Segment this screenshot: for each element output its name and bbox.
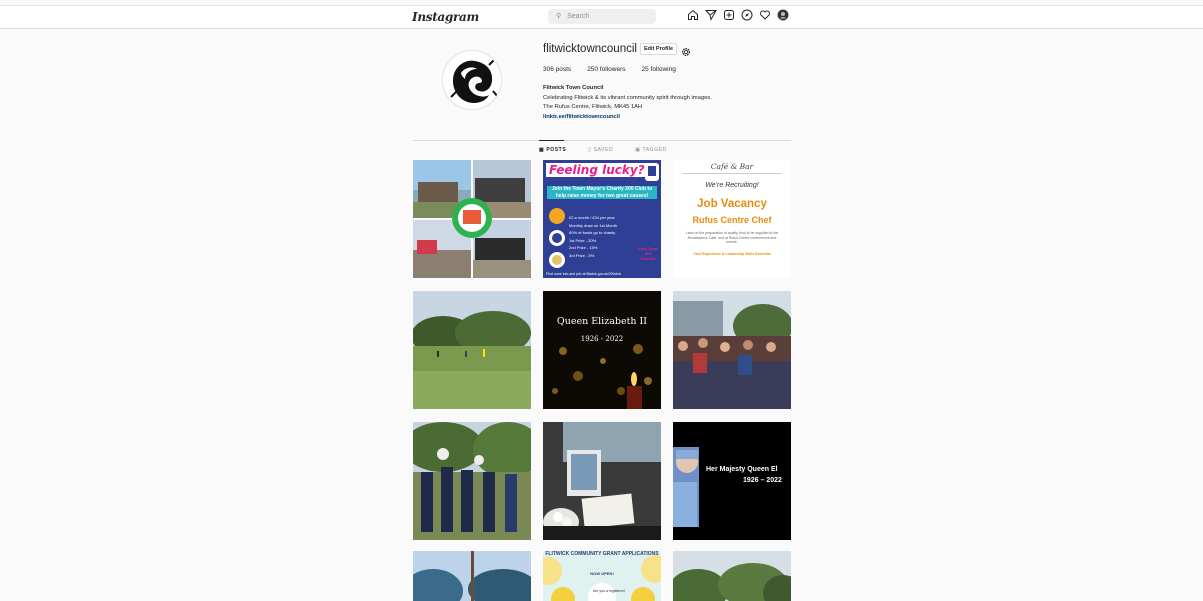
tag-icon: ▣ — [635, 147, 641, 153]
post-list: £2 a month / £24 per year Monthly draw o… — [569, 214, 617, 259]
post-requirement: Chef Experience & Leadership Skills Esse… — [693, 252, 771, 256]
profile-tabs: ▦ POSTS ▯ SAVED ▣ TAGGED — [539, 147, 667, 153]
post-divider — [683, 173, 781, 174]
direct-icon[interactable] — [705, 9, 717, 21]
tab-posts-label: POSTS — [546, 147, 567, 153]
post-headline: Feeling lucky? — [546, 163, 648, 177]
post-thumbnail[interactable]: Queen Elizabeth II 1926 - 2022 — [543, 291, 661, 409]
search-icon: ⚲ — [556, 13, 562, 20]
tab-saved-label: SAVED — [593, 147, 614, 153]
list-item: £2 a month / £24 per year — [569, 215, 615, 220]
activity-icon[interactable] — [759, 9, 771, 21]
profile-stats: 306 posts 250 followers 25 following — [543, 66, 676, 73]
post-thumbnail[interactable] — [413, 422, 531, 540]
active-tab-indicator — [539, 140, 564, 141]
following-count[interactable]: 25 following — [642, 66, 676, 73]
tab-saved[interactable]: ▯ SAVED — [588, 147, 613, 153]
post-thumbnail[interactable]: Her Majesty Queen El 1926 – 2022 — [673, 422, 791, 540]
list-item: 1st Prize - 20% — [569, 237, 597, 243]
profile-divider — [413, 140, 791, 141]
post-description: Lead on the preparation of quality food … — [685, 231, 779, 244]
post-dates: 1926 – 2022 — [743, 477, 782, 484]
new-post-icon[interactable] — [723, 9, 735, 21]
instagram-logo[interactable]: Instagram — [412, 10, 479, 24]
post-thumbnail[interactable]: Café & Bar We're Recruiting! Job Vacancy… — [673, 160, 791, 278]
post-cafe-label: Café & Bar — [710, 162, 754, 171]
post-headline: Job Vacancy — [697, 198, 767, 210]
top-navigation-bar: Instagram ⚲ Search — [0, 5, 1203, 29]
tab-tagged[interactable]: ▣ TAGGED — [635, 147, 667, 153]
bookmark-icon: ▯ — [588, 147, 592, 153]
home-icon[interactable] — [687, 9, 699, 21]
list-item: Monthly draw on 1st Month — [569, 222, 618, 228]
post-headline: Her Majesty Queen El — [706, 466, 778, 473]
profile-avatar[interactable] — [442, 50, 502, 110]
tab-posts[interactable]: ▦ POSTS — [539, 147, 566, 153]
post-question: Are you a registered — [593, 589, 625, 593]
first-draw-badge: First Draw 3rd October — [638, 246, 658, 261]
post-subtitle: NOW OPEN! — [590, 571, 614, 576]
tab-tagged-label: TAGGED — [642, 147, 667, 153]
profile-avatar-icon[interactable] — [777, 9, 789, 21]
post-subtitle: Join the Town Mayor's Charity 200 Club t… — [547, 186, 657, 199]
list-item: 2nd Prize - 15% — [569, 245, 598, 250]
settings-gear-icon[interactable] — [681, 44, 691, 56]
bio-link[interactable]: linktr.ee/flitwicktowncouncil — [543, 113, 712, 123]
post-thumbnail[interactable] — [673, 291, 791, 409]
post-thumbnail[interactable] — [413, 291, 531, 409]
post-thumbnail[interactable]: Feeling lucky? Join the Town Mayor's Cha… — [543, 160, 661, 278]
post-subtitle: Rufus Centre Chef — [692, 215, 772, 225]
profile-bio: Flitwick Town Council Celebrating Flitwi… — [543, 84, 712, 122]
post-thumbnail[interactable] — [413, 551, 531, 601]
explore-icon[interactable] — [741, 9, 753, 21]
profile-username: flitwicktowncouncil — [543, 43, 637, 55]
list-item: 60% of funds go to charity — [569, 230, 616, 235]
bio-line-2: The Rufus Centre, Flitwick, MK45 1AH — [543, 104, 643, 110]
post-thumbnail[interactable]: FLITWICK COMMUNITY GRANT APPLICATIONS NO… — [543, 551, 661, 601]
posts-count: 306 posts — [543, 66, 572, 73]
profile-display-name: Flitwick Town Council — [543, 85, 604, 91]
post-recruit-label: We're Recruiting! — [705, 182, 759, 189]
nav-icons — [687, 9, 789, 21]
prize-icons — [549, 208, 565, 268]
post-thumbnail[interactable] — [413, 160, 531, 278]
post-headline: Queen Elizabeth II — [556, 316, 648, 327]
search-placeholder: Search — [567, 13, 590, 20]
post-thumbnail[interactable] — [673, 551, 791, 601]
post-thumbnail[interactable] — [543, 422, 661, 540]
post-headline: FLITWICK COMMUNITY GRANT APPLICATIONS — [545, 551, 659, 557]
search-input[interactable]: ⚲ Search — [548, 9, 656, 24]
grid-icon: ▦ — [539, 147, 545, 153]
bio-line-1: Celebrating Flitwick & its vibrant commu… — [543, 94, 712, 101]
list-item: 3rd Prize - 5% — [569, 252, 595, 258]
crest-icon — [645, 163, 659, 181]
post-dates: 1926 - 2022 — [580, 335, 624, 343]
edit-profile-button[interactable]: Edit Profile — [640, 43, 678, 55]
followers-count[interactable]: 250 followers — [587, 66, 625, 73]
post-footer: Find more info and join at flitwick.gov.… — [546, 272, 622, 276]
